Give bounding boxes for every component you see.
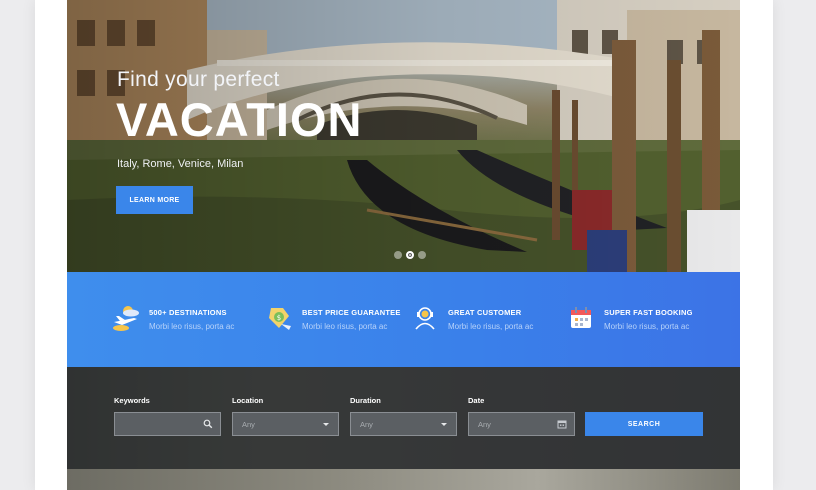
feature-desc: Morbi leo risus, porta ac xyxy=(302,322,388,331)
search-panel: Keywords Location Any Duration Any Date … xyxy=(67,367,740,469)
svg-text:$: $ xyxy=(277,314,281,322)
feature-title: SUPER FAST BOOKING xyxy=(604,308,693,317)
search-button[interactable]: SEARCH xyxy=(585,412,703,436)
date-value: Any xyxy=(478,420,491,429)
keywords-input[interactable] xyxy=(114,412,221,436)
feature-title: BEST PRICE GUARANTEE xyxy=(302,308,401,317)
slider-dot-1[interactable] xyxy=(394,251,402,259)
chevron-down-icon xyxy=(441,423,447,426)
location-value: Any xyxy=(242,420,255,429)
duration-label: Duration xyxy=(350,396,381,405)
feature-title: GREAT CUSTOMER xyxy=(448,308,522,317)
duration-select[interactable]: Any xyxy=(350,412,457,436)
keywords-label: Keywords xyxy=(114,396,150,405)
hero-title: VACATION xyxy=(116,93,363,146)
customer-support-icon xyxy=(415,307,435,330)
learn-more-button[interactable]: LEARN MORE xyxy=(116,186,193,214)
feature-title: 500+ DESTINATIONS xyxy=(149,308,227,317)
plane-clouds-icon xyxy=(113,306,139,331)
site-frame: Find your perfect VACATION Italy, Rome, … xyxy=(67,0,740,490)
money-tag-icon: $ xyxy=(269,308,291,330)
date-label: Date xyxy=(468,396,485,405)
calendar-icon xyxy=(557,420,567,429)
bottom-image-strip xyxy=(67,469,740,490)
location-label: Location xyxy=(232,396,264,405)
date-input[interactable]: Any xyxy=(468,412,575,436)
hero-slider: Find your perfect VACATION Italy, Rome, … xyxy=(67,0,740,272)
location-select[interactable]: Any xyxy=(232,412,339,436)
search-icon xyxy=(203,419,213,429)
feature-desc: Morbi leo risus, porta ac xyxy=(604,322,690,331)
slider-dot-2[interactable] xyxy=(406,251,414,259)
features-bar: 500+ DESTINATIONS Morbi leo risus, porta… xyxy=(67,272,740,367)
chevron-down-icon xyxy=(323,423,329,426)
hero-subtitle: Find your perfect xyxy=(117,68,280,91)
duration-value: Any xyxy=(360,420,373,429)
hero-places: Italy, Rome, Venice, Milan xyxy=(117,158,244,170)
feature-desc: Morbi leo risus, porta ac xyxy=(448,322,534,331)
feature-desc: Morbi leo risus, porta ac xyxy=(149,322,235,331)
calendar-icon xyxy=(571,307,591,328)
slider-dots xyxy=(394,251,426,259)
slider-dot-3[interactable] xyxy=(418,251,426,259)
